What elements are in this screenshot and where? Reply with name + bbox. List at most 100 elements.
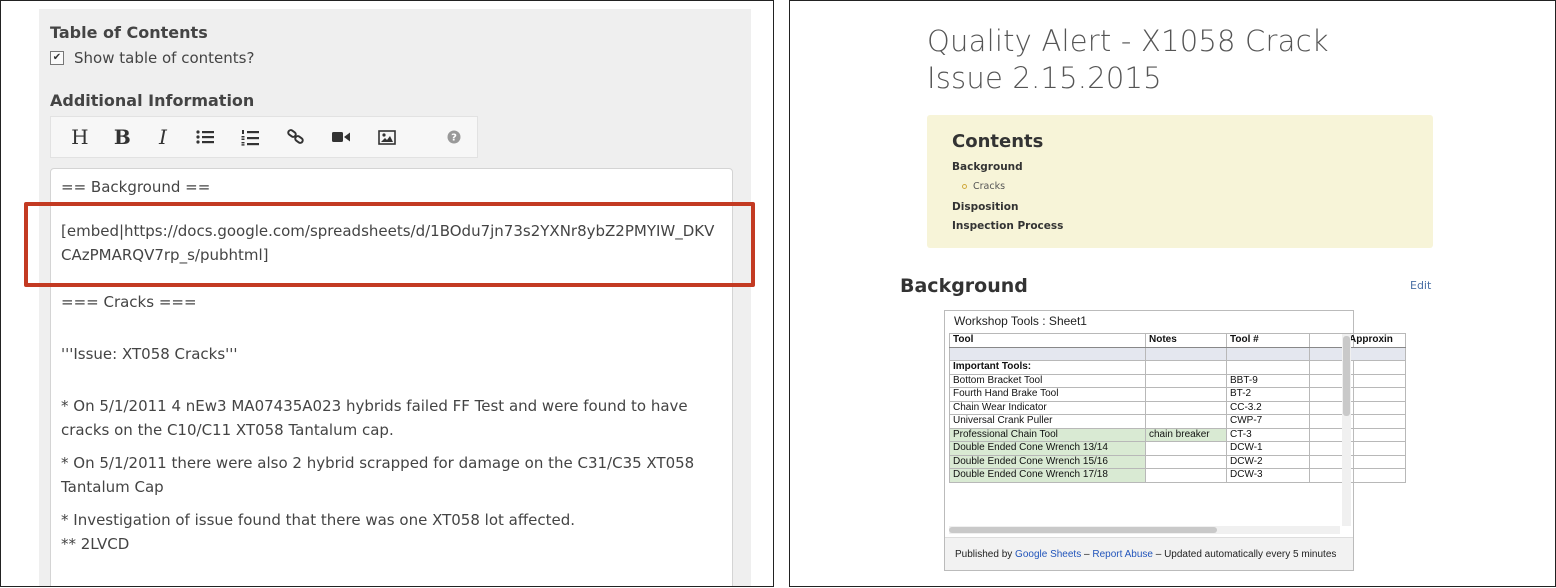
sheet-title: Workshop Tools : Sheet1 [954,314,1087,328]
column-header [1309,333,1346,348]
table-cell [1145,360,1227,375]
table-cell [1145,387,1227,402]
table-cell [1345,360,1406,375]
toc-link-background[interactable]: Background [952,161,1023,173]
table-cell: CC-3.2 [1226,400,1310,415]
column-header: Tool [949,333,1146,348]
table-cell: Professional Chain Tool [949,427,1146,442]
table-cell [1309,387,1346,402]
svg-text:?: ? [451,133,457,144]
table-cell: chain breaker [1145,427,1227,442]
editor-line: * On 5/1/2011 there were also 2 hybrid s… [61,454,695,472]
help-button[interactable]: ? [432,116,478,158]
video-button[interactable] [318,116,364,158]
table-cell [1145,454,1227,469]
sheet-footer: Published by Google Sheets – Report Abus… [945,537,1353,570]
table-cell: Double Ended Cone Wrench 17/18 [949,468,1146,483]
table-cell [1345,373,1406,388]
table-cell [1309,454,1346,469]
bullet-icon [962,184,967,189]
table-cell: Important Tools: [949,360,1146,375]
table-of-contents: Contents Background Cracks Disposition I… [927,115,1433,248]
table-cell: Fourth Hand Brake Tool [949,387,1146,402]
column-header: Notes [1145,333,1227,348]
table-cell [1145,414,1227,429]
table-cell: DCW-1 [1226,441,1310,456]
toc-checkbox[interactable]: ✔ [50,51,64,65]
page-title: Quality Alert - X1058 Crack Issue 2.15.2… [927,24,1329,95]
table-row: Double Ended Cone Wrench 15/16 DCW-2 [949,454,1406,469]
column-header: Approxin [1345,333,1406,348]
editor-line: Tantalum Cap [61,478,164,496]
table-cell [1309,400,1346,415]
google-sheets-link[interactable]: Google Sheets [1015,549,1081,560]
heading-button[interactable]: H [59,116,101,158]
numbered-list-icon [241,129,260,146]
sheet-grid: Tool Notes Tool # Approxin Important Too… [949,333,1406,483]
table-cell: CT-3 [1226,427,1310,442]
link-button[interactable] [273,116,319,158]
help-icon: ? [447,130,461,144]
table-cell: Double Ended Cone Wrench 15/16 [949,454,1146,469]
table-row: Professional Chain Tool chain breaker CT-3 [949,427,1406,442]
toc-link-cracks-label[interactable]: Cracks [973,181,1005,192]
toc-link-cracks[interactable]: Cracks [962,181,1005,192]
table-cell [1145,373,1227,388]
table-cell [1345,427,1406,442]
table-cell: BBT-9 [1226,373,1310,388]
table-cell [1309,427,1346,442]
table-row: Double Ended Cone Wrench 17/18 DCW-3 [949,468,1406,483]
separator: – [1084,548,1090,560]
table-cell: Double Ended Cone Wrench 13/14 [949,441,1146,456]
link-icon [286,129,304,144]
table-row: Chain Wear Indicator CC-3.2 [949,400,1406,415]
italic-button[interactable]: I [144,116,182,158]
embed-highlight-box [24,202,755,287]
editor-line: ** 2LVCD [61,535,130,553]
editor-line: == Background == [61,178,211,196]
table-row: Important Tools: [949,360,1406,375]
image-icon [377,129,396,145]
updated-text: – Updated automatically every 5 minutes [1155,548,1337,560]
toc-link-inspection-process[interactable]: Inspection Process [952,220,1063,232]
editor-toolbar: H B I ? [50,116,478,158]
editor-line: * Investigation of issue found that ther… [61,511,576,529]
edit-link[interactable]: Edit [1410,279,1431,292]
editor-line: cracks on the C10/C11 XT058 Tantalum cap… [61,421,394,439]
table-cell [1345,441,1406,456]
sheet-blank-row [949,346,1406,361]
toc-checkbox-row[interactable]: ✔ Show table of contents? [50,49,254,67]
image-button[interactable] [364,116,410,158]
toc-title: Contents [952,131,1044,152]
vertical-scrollbar[interactable] [1342,334,1351,526]
table-cell: CWP-7 [1226,414,1310,429]
table-cell [1345,400,1406,415]
table-cell [1345,414,1406,429]
scrollbar-thumb[interactable] [949,527,1217,533]
table-cell [1345,454,1406,469]
table-cell [1309,468,1346,483]
report-abuse-link[interactable]: Report Abuse [1092,549,1153,560]
column-header: Tool # [1226,333,1310,348]
table-cell: Chain Wear Indicator [949,400,1146,415]
additional-info-heading: Additional Information [50,91,255,110]
table-row: Fourth Hand Brake Tool BT-2 [949,387,1406,402]
toc-checkbox-label[interactable]: Show table of contents? [74,49,254,67]
toc-link-disposition[interactable]: Disposition [952,201,1018,213]
horizontal-scrollbar[interactable] [949,526,1340,534]
table-cell [1345,468,1406,483]
embedded-spreadsheet: Workshop Tools : Sheet1 Tool Notes Tool … [944,310,1406,571]
table-cell: DCW-3 [1226,468,1310,483]
table-row: Bottom Bracket Tool BBT-9 [949,373,1406,388]
published-by-text: Published by [955,548,1013,560]
scrollbar-thumb[interactable] [1343,336,1350,416]
preview-panel: Quality Alert - X1058 Crack Issue 2.15.2… [789,0,1556,587]
numbered-list-button[interactable] [227,116,273,158]
table-cell: BT-2 [1226,387,1310,402]
bold-button[interactable]: B [101,116,145,158]
video-icon [332,132,351,142]
table-cell [1309,414,1346,429]
bullet-list-icon [195,130,214,144]
bullet-list-button[interactable] [182,116,228,158]
table-cell: DCW-2 [1226,454,1310,469]
